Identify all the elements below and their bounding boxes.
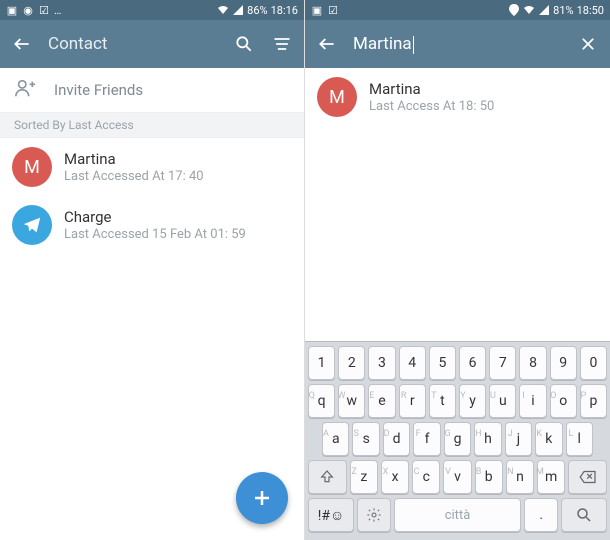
sort-button[interactable] bbox=[270, 32, 294, 56]
battery-text: 86% bbox=[247, 4, 267, 17]
key-d[interactable]: dD bbox=[383, 422, 410, 456]
sync-icon: ◉ bbox=[22, 4, 34, 16]
notification-icon: ▣ bbox=[6, 4, 18, 16]
status-bar: ▣ ◉ ☑ … 86% 18:16 bbox=[0, 0, 304, 20]
check-icon: ☑ bbox=[38, 4, 50, 16]
period-key[interactable]: . bbox=[524, 498, 557, 532]
keyboard: 1234567890 qQwWeErRtTyYuUiIoOpP aAsSdDfF… bbox=[305, 341, 610, 540]
search-input[interactable]: Martina bbox=[353, 34, 562, 54]
notification-icon: ▣ bbox=[311, 4, 323, 16]
key-m[interactable]: mM bbox=[537, 460, 565, 494]
contact-status: Last Access At 18: 50 bbox=[369, 99, 494, 114]
key-i[interactable]: iI bbox=[519, 384, 546, 418]
contact-row[interactable]: M Martina Last Accessed At 17: 40 bbox=[0, 138, 304, 196]
screen-title: Contact bbox=[48, 34, 218, 54]
key-0[interactable]: 0 bbox=[580, 346, 607, 380]
avatar: M bbox=[12, 147, 52, 187]
contact-name: Charge bbox=[64, 208, 246, 226]
key-g[interactable]: gG bbox=[444, 422, 471, 456]
battery-text: 81% bbox=[553, 4, 573, 17]
contact-status: Last Accessed At 17: 40 bbox=[64, 169, 204, 184]
key-9[interactable]: 9 bbox=[550, 346, 577, 380]
location-icon bbox=[508, 4, 520, 16]
status-bar: ▣ ☑ 81% 18:50 bbox=[305, 0, 610, 20]
key-k[interactable]: kK bbox=[535, 422, 562, 456]
key-c[interactable]: cC bbox=[412, 460, 440, 494]
key-x[interactable]: xX bbox=[381, 460, 409, 494]
key-v[interactable]: vV bbox=[443, 460, 471, 494]
invite-friends-row[interactable]: Invite Friends bbox=[0, 68, 304, 112]
key-u[interactable]: uU bbox=[489, 384, 516, 418]
search-bar: Martina bbox=[305, 20, 610, 68]
search-screen: ▣ ☑ 81% 18:50 Martina M bbox=[305, 0, 610, 540]
more-icon: … bbox=[54, 4, 61, 17]
key-3[interactable]: 3 bbox=[368, 346, 395, 380]
key-t[interactable]: tT bbox=[429, 384, 456, 418]
key-j[interactable]: jJ bbox=[505, 422, 532, 456]
search-button[interactable] bbox=[232, 32, 256, 56]
key-5[interactable]: 5 bbox=[429, 346, 456, 380]
key-h[interactable]: hH bbox=[474, 422, 501, 456]
key-f[interactable]: fF bbox=[413, 422, 440, 456]
settings-key[interactable] bbox=[357, 498, 390, 532]
contact-name: Martina bbox=[369, 80, 494, 98]
contact-status: Last Accessed 15 Feb At 01: 59 bbox=[64, 227, 246, 242]
back-button[interactable] bbox=[315, 32, 339, 56]
symbols-key[interactable]: !#☺ bbox=[308, 498, 354, 532]
contact-name: Martina bbox=[64, 150, 204, 168]
key-o[interactable]: oO bbox=[550, 384, 577, 418]
key-p[interactable]: pP bbox=[580, 384, 607, 418]
key-s[interactable]: sS bbox=[352, 422, 379, 456]
avatar: M bbox=[317, 77, 357, 117]
section-header: Sorted By Last Access bbox=[0, 112, 304, 138]
signal-icon bbox=[538, 4, 550, 16]
key-8[interactable]: 8 bbox=[519, 346, 546, 380]
key-w[interactable]: wW bbox=[338, 384, 365, 418]
signal-icon bbox=[232, 4, 244, 16]
space-key[interactable]: città bbox=[394, 498, 522, 532]
contact-row[interactable]: Charge Last Accessed 15 Feb At 01: 59 bbox=[0, 196, 304, 254]
key-4[interactable]: 4 bbox=[399, 346, 426, 380]
key-r[interactable]: rR bbox=[399, 384, 426, 418]
key-2[interactable]: 2 bbox=[338, 346, 365, 380]
key-z[interactable]: zZ bbox=[350, 460, 378, 494]
key-7[interactable]: 7 bbox=[489, 346, 516, 380]
search-result-row[interactable]: M Martina Last Access At 18: 50 bbox=[305, 68, 610, 126]
key-e[interactable]: eE bbox=[368, 384, 395, 418]
clear-button[interactable] bbox=[576, 32, 600, 56]
key-b[interactable]: bB bbox=[475, 460, 503, 494]
telegram-avatar bbox=[12, 205, 52, 245]
invite-label: Invite Friends bbox=[54, 81, 143, 99]
time-text: 18:50 bbox=[577, 4, 604, 17]
wifi-icon bbox=[523, 4, 535, 16]
key-l[interactable]: lL bbox=[566, 422, 593, 456]
time-text: 18:16 bbox=[271, 4, 298, 17]
key-1[interactable]: 1 bbox=[308, 346, 335, 380]
wifi-icon bbox=[217, 4, 229, 16]
key-6[interactable]: 6 bbox=[459, 346, 486, 380]
key-a[interactable]: aA bbox=[322, 422, 349, 456]
key-y[interactable]: yY bbox=[459, 384, 486, 418]
key-n[interactable]: nN bbox=[506, 460, 534, 494]
backspace-key[interactable] bbox=[568, 460, 607, 494]
search-key[interactable] bbox=[561, 498, 607, 532]
check-icon: ☑ bbox=[327, 4, 339, 16]
key-q[interactable]: qQ bbox=[308, 384, 335, 418]
app-bar: Contact bbox=[0, 20, 304, 68]
add-contact-fab[interactable] bbox=[236, 472, 288, 524]
invite-icon bbox=[14, 77, 36, 103]
shift-key[interactable] bbox=[308, 460, 347, 494]
back-button[interactable] bbox=[10, 32, 34, 56]
contacts-screen: ▣ ◉ ☑ … 86% 18:16 Contact bbox=[0, 0, 305, 540]
